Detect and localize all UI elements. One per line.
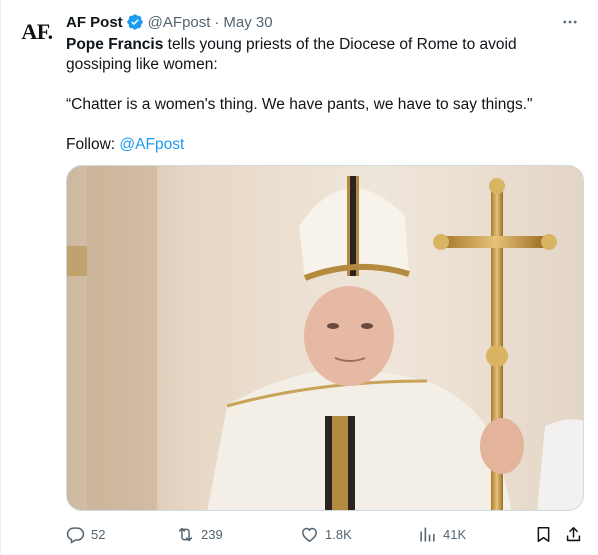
follow-link[interactable]: @AFpost: [119, 136, 184, 153]
like-button[interactable]: 1.8K: [300, 522, 352, 546]
share-icon: [566, 526, 581, 541]
views-chart-icon: [420, 526, 435, 542]
author-name[interactable]: AF Post: [66, 14, 123, 31]
views-count: 41K: [443, 526, 467, 542]
tweet-follow-line: Follow: @AFpost: [66, 135, 586, 155]
more-icon[interactable]: [560, 12, 580, 32]
tweet-header: AF Post @AFpost · May 30: [66, 12, 273, 32]
tweet-card[interactable]: AF. AF Post @AFpost · May 30 Pope Franci…: [0, 0, 598, 555]
reply-icon: [66, 526, 85, 544]
views-button[interactable]: 41K: [418, 522, 466, 546]
repost-button[interactable]: 239: [176, 522, 223, 546]
separator-dot: ·: [214, 13, 220, 31]
tweet-date[interactable]: May 30: [223, 14, 272, 31]
heart-icon: [302, 527, 317, 542]
bookmark-button[interactable]: [534, 522, 559, 546]
pope-photo-illustration: [67, 166, 583, 510]
verified-badge-icon: [126, 14, 143, 30]
tweet-line-1: Pope Francis tells young priests of the …: [66, 35, 586, 75]
tweet-image[interactable]: [66, 165, 584, 511]
tweet-bold-subject[interactable]: Pope Francis: [66, 36, 163, 53]
tweet-text: Pope Francis tells young priests of the …: [66, 35, 586, 155]
follow-label: Follow:: [66, 136, 120, 153]
tweet-actions: 52 239 1.8K 41K: [66, 522, 586, 546]
repost-icon: [178, 527, 193, 541]
repost-count: 239: [201, 526, 223, 542]
bookmark-icon: [537, 526, 550, 542]
avatar[interactable]: AF.: [17, 12, 57, 52]
avatar-logo-text: AF.: [21, 19, 53, 44]
like-count: 1.8K: [325, 526, 352, 542]
reply-button[interactable]: 52: [66, 522, 105, 546]
author-handle[interactable]: @AFpost: [148, 14, 211, 31]
tweet-quote: “Chatter is a women's thing. We have pan…: [66, 96, 533, 113]
reply-count: 52: [91, 526, 106, 542]
share-button[interactable]: [564, 522, 589, 546]
